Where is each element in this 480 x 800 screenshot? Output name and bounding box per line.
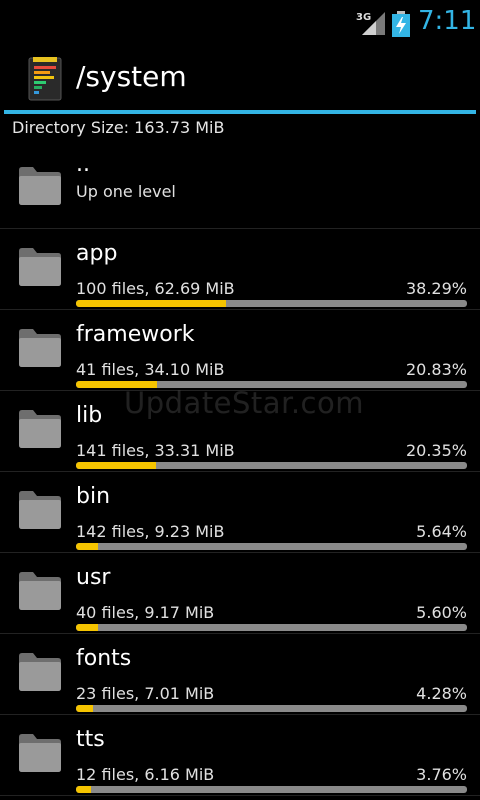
usage-bar-fill bbox=[76, 624, 98, 631]
usage-bar bbox=[76, 543, 467, 550]
usage-bar bbox=[76, 381, 467, 388]
folder-info: 12 files, 6.16 MiB bbox=[76, 765, 215, 784]
folder-row-lib[interactable]: lib 141 files, 33.31 MiB 20.35% bbox=[0, 391, 480, 472]
usage-bar bbox=[76, 786, 467, 793]
action-bar-divider bbox=[4, 110, 476, 114]
folder-percent: 3.76% bbox=[416, 765, 467, 784]
folder-icon bbox=[19, 329, 61, 367]
folder-icon bbox=[19, 734, 61, 772]
battery-charging-icon bbox=[392, 11, 410, 37]
folder-icon bbox=[19, 491, 61, 529]
folder-name: fonts bbox=[76, 646, 132, 671]
folder-info: 41 files, 34.10 MiB bbox=[76, 360, 225, 379]
folder-info: 142 files, 9.23 MiB bbox=[76, 522, 225, 541]
parent-directory-subtitle: Up one level bbox=[76, 182, 176, 201]
folder-percent: 38.29% bbox=[405, 279, 467, 298]
folder-name: usr bbox=[76, 565, 111, 590]
folder-percent: 5.64% bbox=[416, 522, 467, 541]
folder-info: 40 files, 9.17 MiB bbox=[76, 603, 215, 622]
folder-name: bin bbox=[76, 484, 111, 509]
directory-list: .. Up one level app 100 files, 62.69 MiB… bbox=[0, 148, 480, 796]
folder-icon bbox=[19, 572, 61, 610]
folder-row-framework[interactable]: framework 41 files, 34.10 MiB 20.83% bbox=[0, 310, 480, 391]
status-clock: 7:11 bbox=[418, 6, 477, 36]
usage-bar-fill bbox=[76, 381, 158, 388]
parent-directory-name: .. bbox=[76, 152, 90, 177]
folder-name: tts bbox=[76, 727, 105, 752]
usage-bar bbox=[76, 624, 467, 631]
current-path-title: /system bbox=[76, 60, 187, 93]
folder-percent: 20.35% bbox=[405, 441, 467, 460]
folder-icon bbox=[19, 410, 61, 448]
folder-row-bin[interactable]: bin 142 files, 9.23 MiB 5.64% bbox=[0, 472, 480, 553]
usage-bar-fill bbox=[76, 786, 91, 793]
parent-directory-row[interactable]: .. Up one level bbox=[0, 148, 480, 229]
folder-icon bbox=[19, 248, 61, 286]
folder-info: 23 files, 7.01 MiB bbox=[76, 684, 215, 703]
network-type-label: 3G bbox=[356, 12, 372, 23]
folder-icon bbox=[19, 167, 61, 205]
folder-row-fonts[interactable]: fonts 23 files, 7.01 MiB 4.28% bbox=[0, 634, 480, 715]
usage-bar-fill bbox=[76, 705, 93, 712]
usage-bar bbox=[76, 705, 467, 712]
status-bar: 3G 7:11 bbox=[0, 0, 480, 48]
usage-bar bbox=[76, 300, 467, 307]
folder-row-app[interactable]: app 100 files, 62.69 MiB 38.29% bbox=[0, 229, 480, 310]
folder-name: app bbox=[76, 241, 118, 266]
folder-name: lib bbox=[76, 403, 103, 428]
folder-percent: 4.28% bbox=[416, 684, 467, 703]
folder-row-tts[interactable]: tts 12 files, 6.16 MiB 3.76% bbox=[0, 715, 480, 796]
folder-info: 141 files, 33.31 MiB bbox=[76, 441, 235, 460]
folder-percent: 5.60% bbox=[416, 603, 467, 622]
folder-icon bbox=[19, 653, 61, 691]
folder-info: 100 files, 62.69 MiB bbox=[76, 279, 235, 298]
usage-bar-fill bbox=[76, 462, 156, 469]
directory-size-label: Directory Size: 163.73 MiB bbox=[12, 118, 225, 137]
disk-usage-app-icon[interactable] bbox=[24, 56, 70, 102]
usage-bar bbox=[76, 462, 467, 469]
folder-percent: 20.83% bbox=[405, 360, 467, 379]
usage-bar-fill bbox=[76, 300, 226, 307]
folder-row-usr[interactable]: usr 40 files, 9.17 MiB 5.60% bbox=[0, 553, 480, 634]
action-bar: /system bbox=[0, 48, 480, 110]
usage-bar-fill bbox=[76, 543, 99, 550]
folder-name: framework bbox=[76, 322, 195, 347]
